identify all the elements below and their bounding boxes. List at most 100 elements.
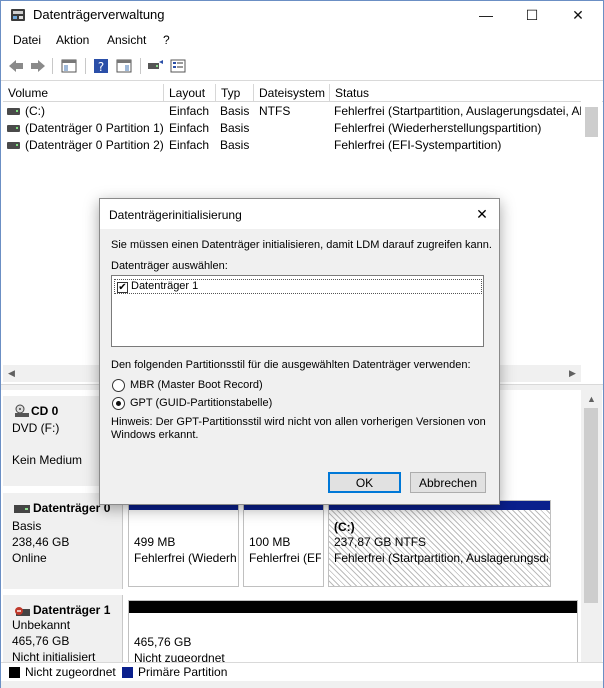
cell-status: Fehlerfrei (Startpartition, Auslagerungs…	[334, 104, 602, 118]
cell-status: Fehlerfrei (Wiederherstellungspartition)	[334, 121, 542, 135]
cell-status: Fehlerfrei (EFI-Systempartition)	[334, 138, 502, 152]
dialog-intro-text: Sie müssen einen Datenträger initialisie…	[111, 239, 492, 251]
partition-title: (C:)	[334, 520, 355, 534]
disk-entry-label: Datenträger 1	[131, 280, 199, 292]
cancel-button[interactable]: Abbrechen	[410, 472, 486, 493]
dialog-title: Datenträgerinitialisierung	[109, 208, 242, 222]
gpt-radio-label[interactable]: GPT (GUID-Partitionstabelle)	[130, 397, 272, 409]
cell-typ: Basis	[220, 138, 250, 152]
menu-bar: Datei Aktion Ansicht ?	[1, 29, 603, 51]
hint-text-line2: Windows erkannt.	[111, 429, 199, 441]
table-row[interactable]: (Datenträger 0 Partition 1) Einfach Basi…	[3, 120, 603, 137]
list-item[interactable]: ✔ Datenträger 1	[114, 279, 482, 294]
volume-list-vertical-scrollbar[interactable]	[581, 101, 602, 361]
back-icon	[9, 60, 23, 72]
legend-swatch-unallocated	[9, 667, 20, 678]
volume-icon	[7, 108, 20, 115]
scroll-right-arrow-icon[interactable]: ▶	[564, 365, 581, 382]
cell-volume: (Datenträger 0 Partition 2)	[25, 138, 163, 152]
partition-style-label: Den folgenden Partitionsstil für die aus…	[111, 359, 471, 371]
table-row[interactable]: (Datenträger 0 Partition 2) Einfach Basi…	[3, 137, 603, 154]
cell-layout: Einfach	[169, 104, 210, 118]
gpt-radio[interactable]	[112, 397, 125, 410]
cd-drive-icon	[15, 404, 29, 417]
partition-size: 499 MB	[134, 535, 176, 549]
col-layout[interactable]: Layout	[164, 84, 216, 102]
cell-volume: (C:)	[25, 104, 45, 118]
partition-c[interactable]: (C:) 237,87 GB NTFS Fehlerfrei (Startpar…	[328, 500, 551, 587]
properties-icon	[116, 59, 132, 73]
mbr-radio[interactable]	[112, 379, 125, 392]
partition-efi[interactable]: 100 MB Fehlerfrei (EFI-Systempartition)	[243, 500, 324, 587]
mbr-radio-label[interactable]: MBR (Master Boot Record)	[130, 379, 263, 391]
rescan-icon	[148, 60, 163, 69]
disk-management-app-icon	[11, 9, 25, 21]
status-bar	[1, 681, 603, 688]
col-dateisystem[interactable]: Dateisystem	[254, 84, 330, 102]
help-icon: ?	[94, 59, 108, 74]
forward-button[interactable]	[28, 56, 48, 76]
disk-label-disk0[interactable]: Datenträger 0 Basis 238,46 GB Online	[3, 493, 123, 589]
menu-ansicht[interactable]: Ansicht	[107, 33, 146, 47]
checkmark-icon: ✔	[118, 281, 127, 293]
col-status[interactable]: Status	[330, 84, 603, 102]
maximize-button[interactable]: ☐	[509, 1, 555, 29]
disk-info-line: Unbekannt	[12, 618, 71, 632]
volume-icon	[7, 142, 20, 149]
disk-info-line: DVD (F:)	[12, 421, 60, 435]
disk-info-line: 465,76 GB	[12, 634, 70, 648]
partition-recovery[interactable]: 499 MB Fehlerfrei (Wiederherstellungspar…	[128, 500, 239, 587]
dialog-title-bar[interactable]: Datenträgerinitialisierung ✕	[100, 199, 499, 229]
close-icon: ✕	[476, 205, 488, 222]
close-window-button[interactable]: ✕	[555, 1, 601, 29]
minimize-button[interactable]: —	[463, 1, 509, 29]
hard-disk-icon	[14, 505, 30, 513]
initialize-disk-dialog: Datenträgerinitialisierung ✕ Sie müssen …	[99, 198, 500, 505]
menu-datei[interactable]: Datei	[13, 33, 41, 47]
scroll-up-arrow-icon[interactable]: ▲	[583, 390, 600, 407]
minimize-icon: —	[479, 7, 493, 23]
menu-aktion[interactable]: Aktion	[56, 33, 89, 47]
uninitialized-disk-icon	[15, 607, 30, 616]
disk-list-icon	[170, 59, 186, 73]
console-tree-button[interactable]	[59, 56, 79, 76]
partition-size: 237,87 GB NTFS	[334, 535, 427, 549]
col-typ[interactable]: Typ	[216, 84, 254, 102]
disk-checkbox[interactable]: ✔	[117, 282, 128, 293]
disk-info-line: Basis	[12, 519, 42, 533]
disk-select-list[interactable]: ✔ Datenträger 1	[111, 275, 484, 347]
menu-help[interactable]: ?	[163, 33, 170, 47]
select-disk-label: Datenträger auswählen:	[111, 260, 228, 272]
scroll-left-arrow-icon[interactable]: ◀	[3, 365, 20, 382]
title-bar[interactable]: Datenträgerverwaltung — ☐ ✕	[1, 1, 603, 29]
disk-view-scroll-thumb[interactable]	[584, 408, 598, 603]
cell-layout: Einfach	[169, 121, 210, 135]
table-row[interactable]: (C:) Einfach Basis NTFS Fehlerfrei (Star…	[3, 103, 603, 120]
properties-button[interactable]	[114, 56, 134, 76]
partition-status: Fehlerfrei (Startpartition, Auslagerungs…	[334, 551, 548, 565]
disk-label-disk1[interactable]: Datenträger 1 Unbekannt 465,76 GB Nicht …	[3, 595, 123, 664]
col-volume[interactable]: Volume	[3, 84, 164, 102]
cell-volume: (Datenträger 0 Partition 1)	[25, 121, 163, 135]
close-icon: ✕	[572, 6, 584, 23]
unallocated-bar	[129, 601, 577, 613]
help-button[interactable]: ?	[91, 56, 111, 76]
cell-layout: Einfach	[169, 138, 210, 152]
back-button[interactable]	[6, 56, 26, 76]
ok-button[interactable]: OK	[328, 472, 401, 493]
rescan-button[interactable]	[146, 56, 166, 76]
partition-unallocated[interactable]: 465,76 GB Nicht zugeordnet	[128, 600, 578, 662]
disk-list-button[interactable]	[168, 56, 188, 76]
hint-text-line1: Hinweis: Der GPT-Partitionsstil wird nic…	[111, 416, 486, 428]
partition-size: 465,76 GB	[134, 635, 192, 649]
volume-list-scroll-thumb[interactable]	[585, 107, 598, 137]
legend-label-primary: Primäre Partition	[138, 665, 228, 679]
disk-name: Datenträger 1	[33, 603, 111, 617]
legend-swatch-primary	[122, 667, 133, 678]
svg-text:?: ?	[98, 60, 104, 74]
dialog-close-button[interactable]: ✕	[465, 199, 499, 229]
maximize-icon: ☐	[525, 6, 539, 23]
cell-dateisystem: NTFS	[259, 104, 291, 118]
disk-view-vertical-scrollbar[interactable]: ▲	[581, 390, 602, 662]
disk-info-line: 238,46 GB	[12, 535, 70, 549]
